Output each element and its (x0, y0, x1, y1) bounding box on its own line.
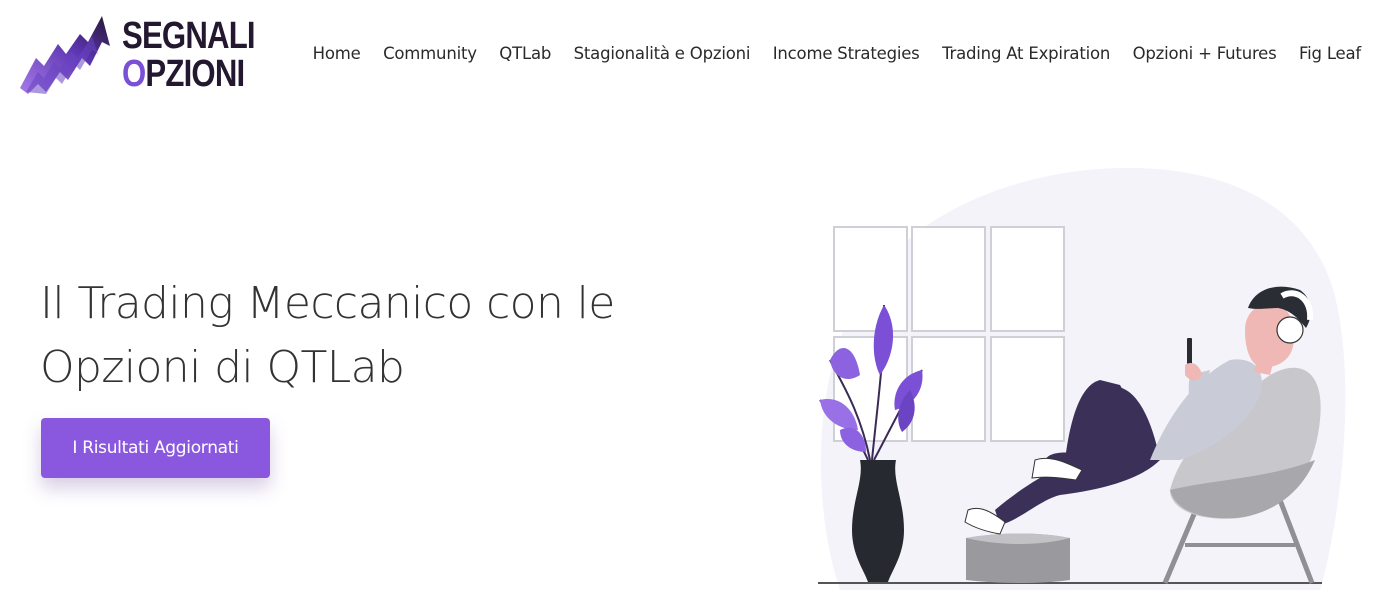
smartphone-icon (1187, 338, 1192, 364)
logo-text-line1: SEGNALI (122, 15, 256, 57)
logo-rest: PZIONI (145, 53, 245, 95)
nav-item-fig-leaf[interactable]: Fig Leaf (1299, 44, 1361, 63)
hero-title: Il Trading Meccanico con le Opzioni di Q… (40, 272, 660, 400)
site-header: SEGNALI OPZIONI Home Community QTLab Sta… (0, 0, 1400, 110)
nav-item-qtlab[interactable]: QTLab (499, 44, 551, 63)
rising-arrows-icon (20, 16, 110, 94)
site-logo[interactable]: SEGNALI OPZIONI (18, 14, 256, 98)
nav-item-opzioni-futures[interactable]: Opzioni + Futures (1133, 44, 1277, 63)
nav-item-trading-at-expiration[interactable]: Trading At Expiration (942, 44, 1110, 63)
results-cta-button[interactable]: I Risultati Aggiornati (41, 418, 270, 478)
nav-item-stagionalita[interactable]: Stagionalità e Opzioni (574, 44, 751, 63)
main-nav: Home Community QTLab Stagionalità e Opzi… (313, 44, 1362, 63)
hero-illustration (818, 167, 1346, 591)
ottoman-icon (966, 533, 1070, 583)
logo-initial: O (122, 53, 146, 95)
nav-item-home[interactable]: Home (313, 44, 361, 63)
logo-text-line2: OPZIONI (122, 53, 245, 95)
nav-item-community[interactable]: Community (383, 44, 477, 63)
hero-title-line2: Opzioni di QTLab (40, 342, 405, 393)
hero-title-line1: Il Trading Meccanico con le (40, 278, 615, 329)
nav-item-income-strategies[interactable]: Income Strategies (773, 44, 920, 63)
